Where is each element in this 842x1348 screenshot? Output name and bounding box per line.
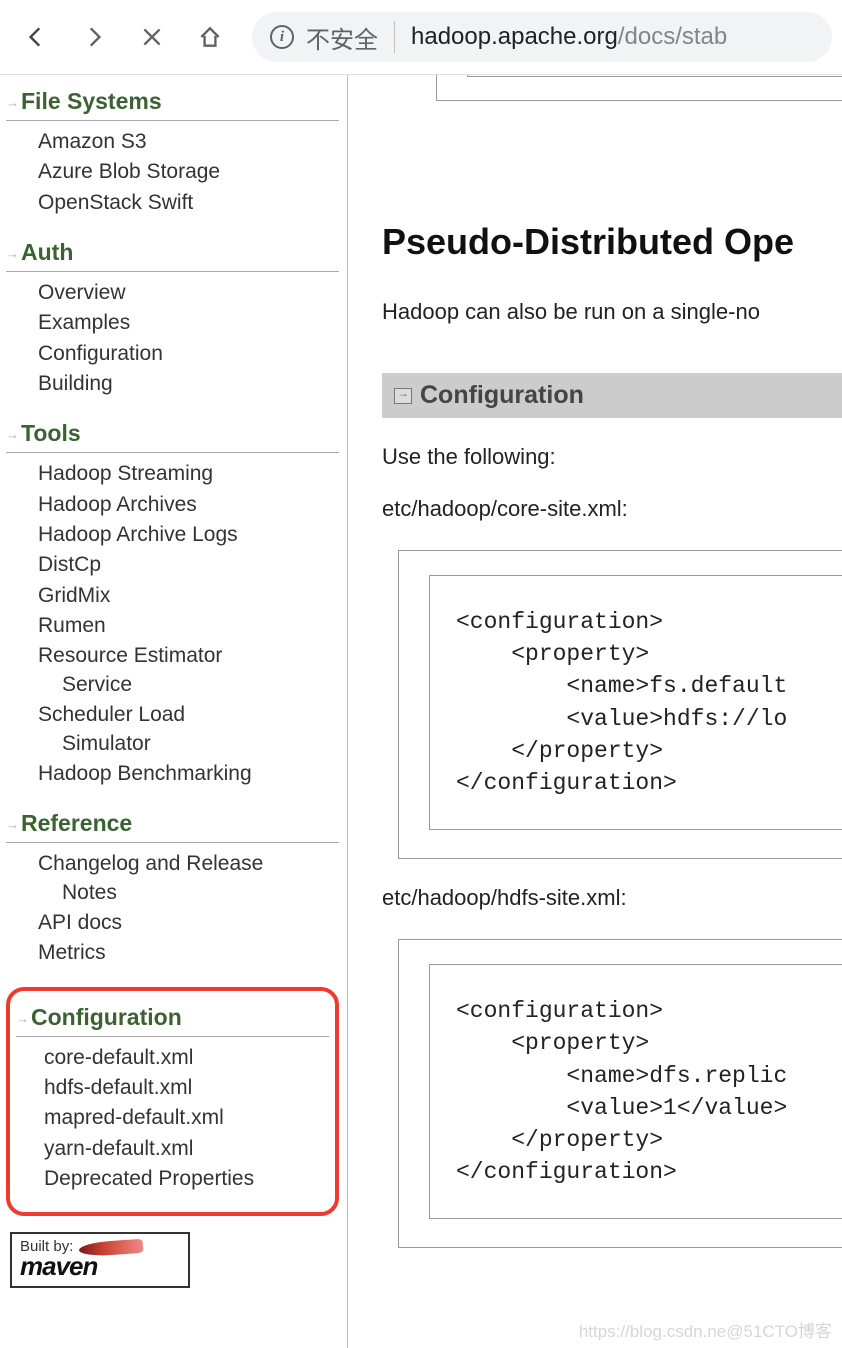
url-host: hadoop.apache.org (411, 23, 618, 51)
code-box-core-site: <configuration> <property> <name>fs.defa… (398, 550, 842, 859)
sidebar-item-amazon-s3[interactable]: Amazon S3 (38, 127, 339, 157)
sidebar-item-api-docs[interactable]: API docs (38, 908, 339, 938)
sidebar-item-streaming[interactable]: Hadoop Streaming (38, 459, 339, 489)
built-by-badge[interactable]: Built by: maven (10, 1232, 190, 1288)
nav-section-auth: Auth Overview Examples Configuration Bui… (6, 236, 339, 403)
sidebar-item-openstack[interactable]: OpenStack Swift (38, 188, 339, 218)
section-header-label: Configuration (420, 381, 584, 410)
code-content: <configuration> <property> <name>dfs.rep… (429, 964, 842, 1219)
page-title: Pseudo-Distributed Ope (382, 221, 842, 263)
sidebar-item-core-default[interactable]: core-default.xml (44, 1043, 329, 1073)
codebox-fragment-top (436, 75, 842, 101)
forward-button[interactable] (68, 11, 120, 63)
page-body: File Systems Amazon S3 Azure Blob Storag… (0, 75, 842, 1348)
sidebar-item-yarn-default[interactable]: yarn-default.xml (44, 1134, 329, 1164)
sidebar-item-gridmix[interactable]: GridMix (38, 581, 339, 611)
nav-section-reference: Reference Changelog and ReleaseNotes API… (6, 807, 339, 972)
main-content: Pseudo-Distributed Ope Hadoop can also b… (348, 75, 842, 1348)
watermark: https://blog.csdn.ne@51CTO博客 (579, 1317, 832, 1342)
use-following-text: Use the following: (382, 444, 842, 470)
site-info-icon[interactable]: i (270, 25, 294, 49)
nav-heading[interactable]: File Systems (6, 85, 339, 121)
nav-section-tools: Tools Hadoop Streaming Hadoop Archives H… (6, 417, 339, 793)
sidebar-item-archives[interactable]: Hadoop Archives (38, 490, 339, 520)
address-bar[interactable]: i 不安全 hadoop.apache.org /docs/stab (252, 12, 832, 62)
sidebar-item-scheduler-load[interactable]: Scheduler LoadSimulator (38, 700, 339, 759)
home-button[interactable] (184, 11, 236, 63)
file-label-core-site: etc/hadoop/core-site.xml: (382, 496, 842, 522)
sidebar-item-building[interactable]: Building (38, 369, 339, 399)
sidebar-item-deprecated[interactable]: Deprecated Properties (44, 1164, 329, 1194)
browser-toolbar: i 不安全 hadoop.apache.org /docs/stab (0, 0, 842, 75)
nav-heading[interactable]: Tools (6, 417, 339, 453)
nav-section-configuration-highlight: Configuration core-default.xml hdfs-defa… (6, 987, 339, 1217)
sidebar-item-azure-blob[interactable]: Azure Blob Storage (38, 157, 339, 187)
sidebar-item-hdfs-default[interactable]: hdfs-default.xml (44, 1073, 329, 1103)
url-path: /docs/stab (618, 23, 727, 51)
code-box-hdfs-site: <configuration> <property> <name>dfs.rep… (398, 939, 842, 1248)
sidebar-item-resource-estimator[interactable]: Resource EstimatorService (38, 641, 339, 700)
sidebar-item-benchmarking[interactable]: Hadoop Benchmarking (38, 759, 339, 789)
section-header-configuration: Configuration (382, 373, 842, 418)
back-button[interactable] (10, 11, 62, 63)
intro-paragraph: Hadoop can also be run on a single-no (382, 299, 842, 325)
nav-section-file-systems: File Systems Amazon S3 Azure Blob Storag… (6, 85, 339, 222)
sidebar-item-changelog[interactable]: Changelog and ReleaseNotes (38, 849, 339, 908)
sidebar-item-examples[interactable]: Examples (38, 308, 339, 338)
maven-logo: maven (20, 1251, 180, 1282)
sidebar-item-mapred-default[interactable]: mapred-default.xml (44, 1103, 329, 1133)
nav-heading[interactable]: Reference (6, 807, 339, 843)
nav-heading[interactable]: Auth (6, 236, 339, 272)
nav-heading[interactable]: Configuration (16, 1001, 329, 1037)
sidebar: File Systems Amazon S3 Azure Blob Storag… (0, 75, 348, 1348)
sidebar-item-rumen[interactable]: Rumen (38, 611, 339, 641)
stop-button[interactable] (126, 11, 178, 63)
sidebar-item-distcp[interactable]: DistCp (38, 550, 339, 580)
sidebar-item-metrics[interactable]: Metrics (38, 938, 339, 968)
site-status-label: 不安全 (306, 20, 378, 55)
sidebar-item-configuration[interactable]: Configuration (38, 339, 339, 369)
sidebar-item-archive-logs[interactable]: Hadoop Archive Logs (38, 520, 339, 550)
sidebar-item-overview[interactable]: Overview (38, 278, 339, 308)
code-content: <configuration> <property> <name>fs.defa… (429, 575, 842, 830)
address-divider (394, 21, 395, 53)
file-label-hdfs-site: etc/hadoop/hdfs-site.xml: (382, 885, 842, 911)
section-anchor-icon[interactable] (394, 388, 412, 404)
